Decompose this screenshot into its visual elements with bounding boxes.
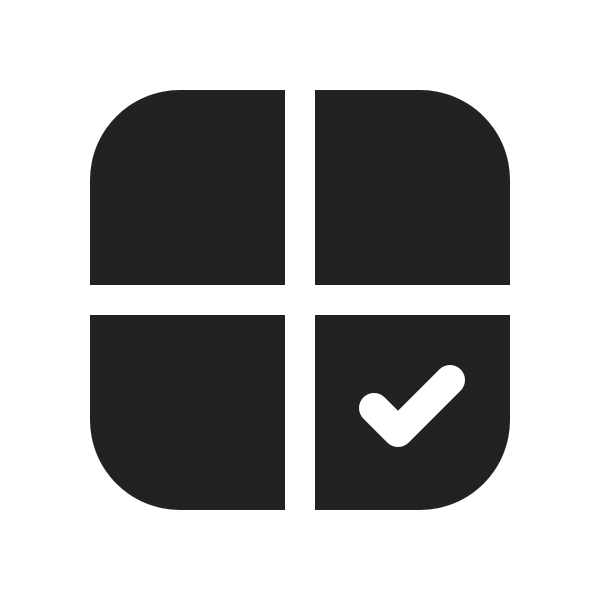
tile-top-left <box>90 90 285 285</box>
icon-canvas <box>0 0 600 600</box>
tile-bottom-left <box>90 315 285 510</box>
grid-tiles <box>90 90 510 510</box>
tile-top-right <box>315 90 510 285</box>
grid-checkmark-icon <box>90 90 510 510</box>
